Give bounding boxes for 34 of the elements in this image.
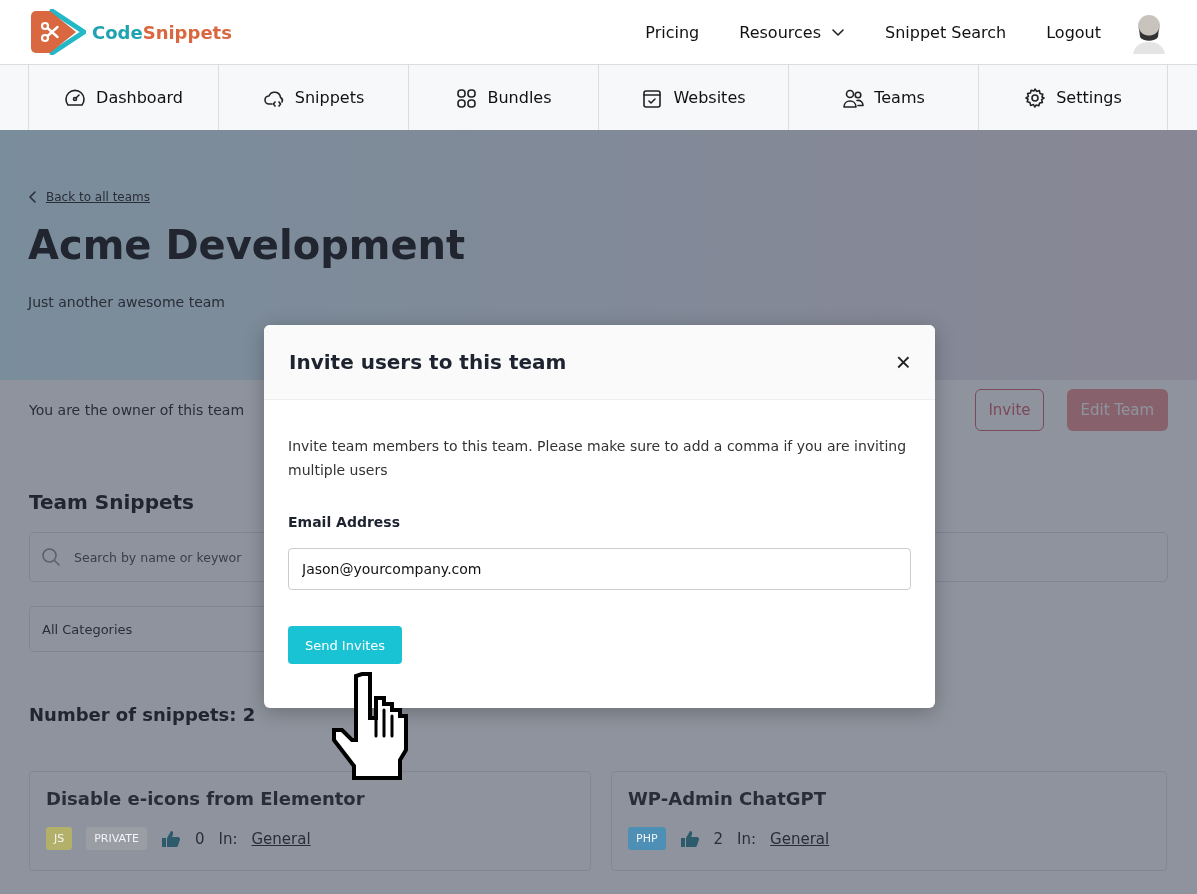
search-icon	[41, 547, 61, 567]
snippet-count: Number of snippets: 2	[29, 704, 257, 725]
back-link[interactable]: Back to all teams	[28, 190, 151, 204]
category-label: In:	[737, 829, 757, 848]
snippet-tag: JS	[46, 827, 73, 850]
header-link[interactable]: Pricing	[645, 22, 700, 42]
modal-description: Invite team members to this team. Please make sure to add a comma if you are inviting multiple users	[288, 437, 908, 480]
email-field[interactable]: Jason@yourcompany.com	[288, 548, 911, 590]
grid-icon	[455, 86, 478, 109]
category-link[interactable]: General	[251, 829, 311, 848]
field-label: Email Address	[288, 514, 401, 530]
modal-title: Invite users to this team	[289, 350, 567, 374]
snippet-tag: PRIVATE	[86, 827, 147, 850]
like-count: 2	[713, 829, 724, 848]
header-link[interactable]: Logout	[1046, 22, 1101, 42]
header-link[interactable]: Snippet Search	[885, 22, 1007, 42]
thumbs-up-icon	[679, 829, 700, 848]
header-link[interactable]: Resources	[739, 22, 845, 42]
team-title: Acme Development	[28, 222, 467, 268]
logo-icon	[30, 9, 86, 55]
team-description: Just another awesome team	[28, 294, 226, 310]
category-link[interactable]: General	[770, 829, 830, 848]
snippet-tag: PHP	[628, 827, 666, 850]
snippet-title[interactable]: Disable e-icons from Elementor	[46, 788, 574, 809]
close-button[interactable]: ×	[891, 349, 915, 375]
logo-text[interactable]: CodeSnippets	[92, 21, 232, 43]
section-heading: Team Snippets	[29, 490, 195, 514]
thumbs-up-icon	[160, 829, 181, 848]
chevron-left-icon	[28, 191, 38, 203]
owner-note: You are the owner of this team	[29, 402, 245, 418]
snippet-title[interactable]: WP-Admin ChatGPT	[628, 788, 1150, 809]
category-label: In:	[218, 829, 238, 848]
like-count: 0	[194, 829, 205, 848]
settings-icon	[1024, 86, 1047, 109]
